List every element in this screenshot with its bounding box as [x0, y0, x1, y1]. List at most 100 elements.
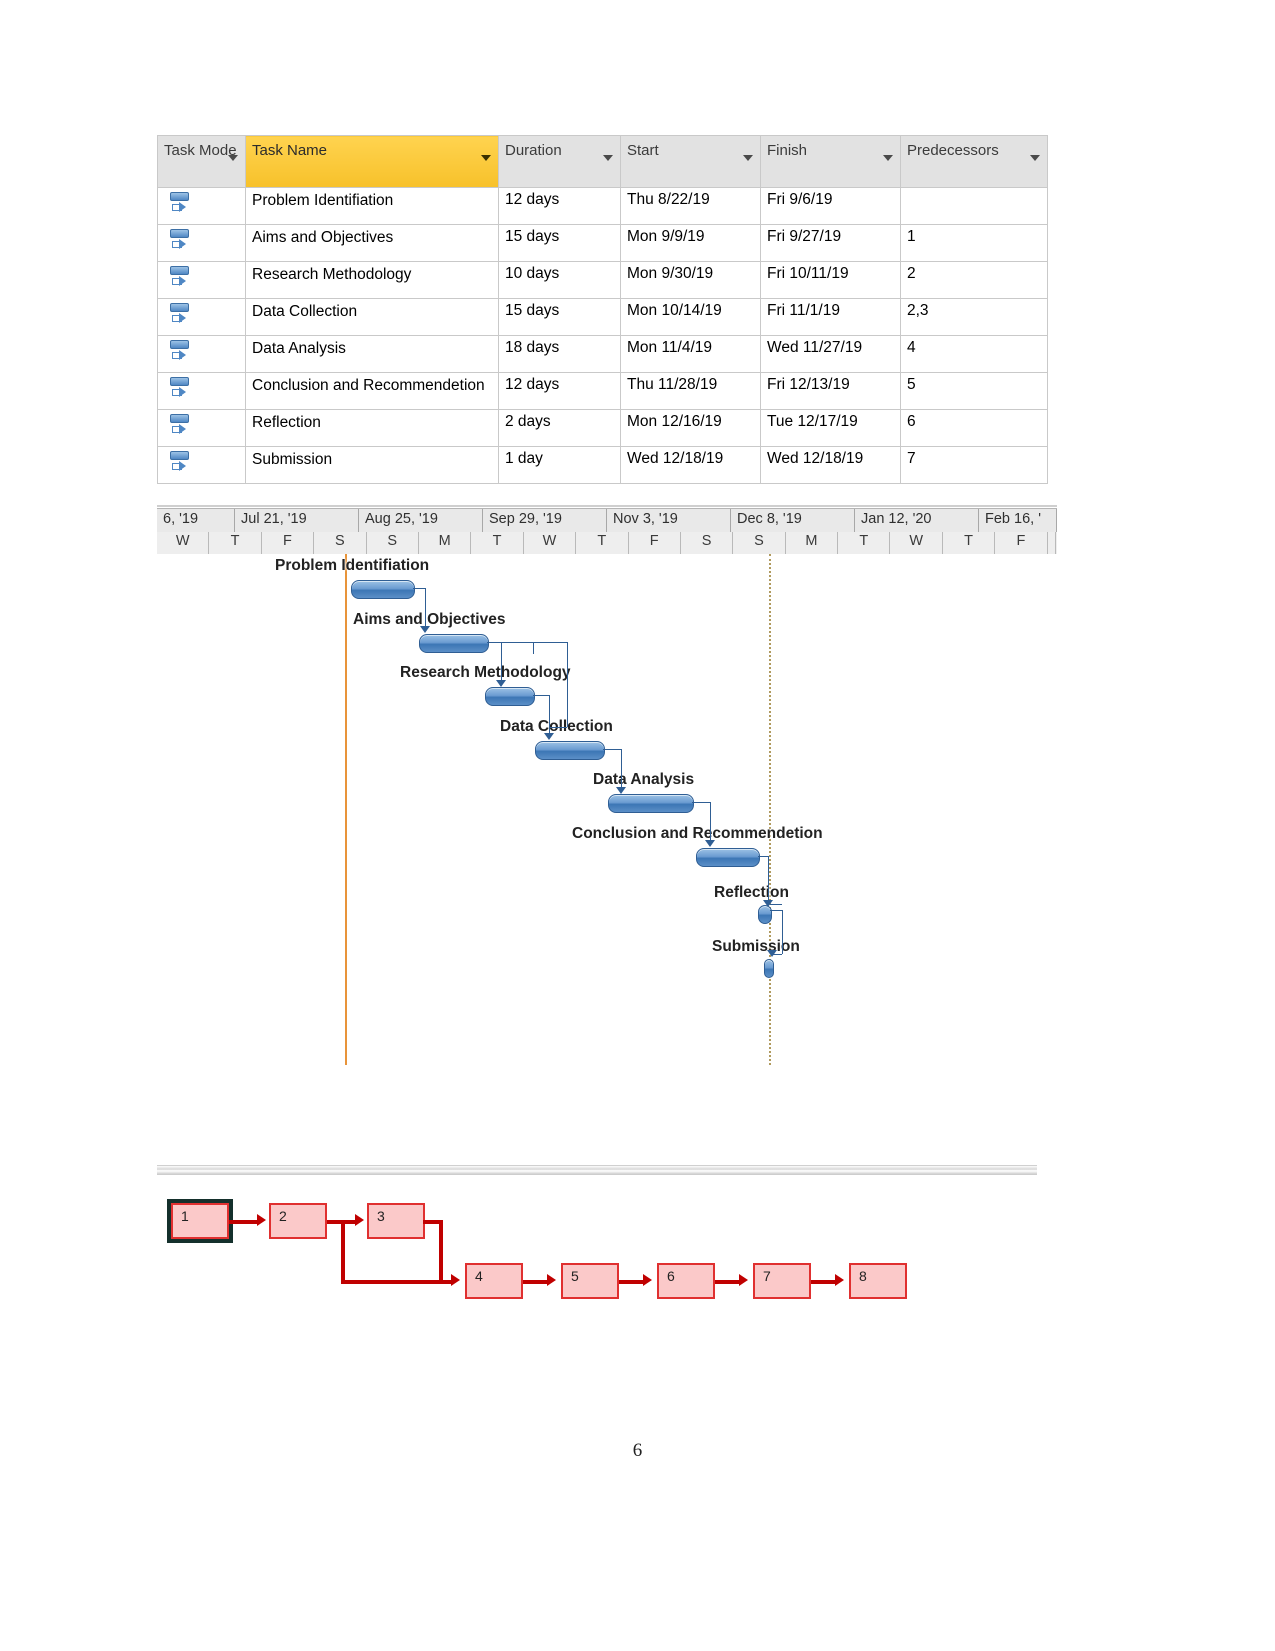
start-cell[interactable]: Mon 11/4/19 — [620, 335, 761, 373]
network-node[interactable]: 3 — [367, 1203, 425, 1239]
auto-schedule-icon[interactable] — [170, 229, 192, 253]
table-body: Problem Identifiation 12 days Thu 8/22/19 F… — [157, 187, 1048, 484]
network-node[interactable]: 7 — [753, 1263, 811, 1299]
duration-cell[interactable]: 12 days — [498, 187, 621, 225]
task-mode-cell[interactable] — [157, 261, 246, 299]
auto-schedule-icon[interactable] — [170, 377, 192, 401]
network-node[interactable]: 4 — [465, 1263, 523, 1299]
task-name-cell[interactable]: Research Methodology — [245, 261, 499, 299]
chevron-down-icon[interactable] — [228, 155, 238, 161]
auto-schedule-icon[interactable] — [170, 192, 192, 216]
chevron-down-icon[interactable] — [883, 155, 893, 161]
gantt-task-bar[interactable] — [758, 905, 772, 924]
duration-cell[interactable]: 1 day — [498, 446, 621, 484]
task-name-cell[interactable]: Submission — [245, 446, 499, 484]
duration-cell[interactable]: 15 days — [498, 298, 621, 336]
finish-cell[interactable]: Tue 12/17/19 — [760, 409, 901, 447]
timeline-day-label: T — [471, 532, 524, 554]
duration-cell[interactable]: 15 days — [498, 224, 621, 262]
predecessors-cell[interactable]: 5 — [900, 372, 1048, 410]
predecessors-cell[interactable]: 6 — [900, 409, 1048, 447]
gantt-task-bar[interactable] — [608, 794, 694, 813]
table-row[interactable]: Submission 1 day Wed 12/18/19 Wed 12/18/19 7 — [157, 446, 1048, 484]
gantt-task-bar[interactable] — [535, 741, 605, 760]
task-mode-cell[interactable] — [157, 335, 246, 373]
start-cell[interactable]: Mon 9/9/19 — [620, 224, 761, 262]
start-cell[interactable]: Mon 10/14/19 — [620, 298, 761, 336]
task-mode-cell[interactable] — [157, 409, 246, 447]
chevron-down-icon[interactable] — [603, 155, 613, 161]
network-node[interactable]: 5 — [561, 1263, 619, 1299]
start-cell[interactable]: Thu 11/28/19 — [620, 372, 761, 410]
table-row[interactable]: Conclusion and Recommendetion 12 days Thu … — [157, 372, 1048, 410]
column-header-finish[interactable]: Finish — [760, 135, 901, 188]
duration-cell[interactable]: 2 days — [498, 409, 621, 447]
auto-schedule-icon[interactable] — [170, 266, 192, 290]
finish-cell[interactable]: Wed 12/18/19 — [760, 446, 901, 484]
timeline-month-label: Feb 16, ' — [979, 509, 1057, 533]
column-header-task-name[interactable]: Task Name — [245, 135, 499, 188]
gantt-task-bar[interactable] — [351, 580, 415, 599]
predecessors-cell[interactable] — [900, 187, 1048, 225]
table-row[interactable]: Research Methodology 10 days Mon 9/30/19 Fr… — [157, 261, 1048, 299]
auto-schedule-icon[interactable] — [170, 451, 192, 475]
chevron-down-icon[interactable] — [743, 155, 753, 161]
start-cell[interactable]: Thu 8/22/19 — [620, 187, 761, 225]
task-name-cell[interactable]: Problem Identifiation — [245, 187, 499, 225]
auto-schedule-icon[interactable] — [170, 414, 192, 438]
duration-cell[interactable]: 12 days — [498, 372, 621, 410]
dependency-link — [549, 727, 567, 728]
network-node[interactable]: 2 — [269, 1203, 327, 1239]
finish-cell[interactable]: Fri 11/1/19 — [760, 298, 901, 336]
task-name-cell[interactable]: Reflection — [245, 409, 499, 447]
gantt-task-bar[interactable] — [419, 634, 489, 653]
finish-cell[interactable]: Fri 9/27/19 — [760, 224, 901, 262]
predecessors-cell[interactable]: 2,3 — [900, 298, 1048, 336]
start-cell[interactable]: Mon 12/16/19 — [620, 409, 761, 447]
task-mode-cell[interactable] — [157, 298, 246, 336]
gantt-task-bar[interactable] — [485, 687, 535, 706]
gantt-task-bar[interactable] — [764, 959, 774, 978]
network-canvas[interactable]: 1 2 3 4 5 6 7 8 — [157, 1165, 1057, 1305]
predecessors-cell[interactable]: 4 — [900, 335, 1048, 373]
chevron-down-icon[interactable] — [1030, 155, 1040, 161]
task-mode-cell[interactable] — [157, 187, 246, 225]
column-header-task-mode[interactable]: Task Mode — [157, 135, 246, 188]
task-name-cell[interactable]: Data Collection — [245, 298, 499, 336]
task-mode-cell[interactable] — [157, 446, 246, 484]
dependency-link — [770, 904, 782, 905]
task-mode-cell[interactable] — [157, 224, 246, 262]
table-row[interactable]: Reflection 2 days Mon 12/16/19 Tue 12/17/19… — [157, 409, 1048, 447]
table-row[interactable]: Problem Identifiation 12 days Thu 8/22/19 F… — [157, 187, 1048, 225]
finish-cell[interactable]: Fri 10/11/19 — [760, 261, 901, 299]
finish-cell[interactable]: Fri 12/13/19 — [760, 372, 901, 410]
predecessors-text: 6 — [907, 413, 916, 430]
network-node[interactable]: 1 — [171, 1203, 229, 1239]
predecessors-cell[interactable]: 7 — [900, 446, 1048, 484]
finish-cell[interactable]: Wed 11/27/19 — [760, 335, 901, 373]
task-name-cell[interactable]: Aims and Objectives — [245, 224, 499, 262]
network-node[interactable]: 8 — [849, 1263, 907, 1299]
table-row[interactable]: Aims and Objectives 15 days Mon 9/9/19 Fri … — [157, 224, 1048, 262]
task-name-cell[interactable]: Data Analysis — [245, 335, 499, 373]
predecessors-cell[interactable]: 1 — [900, 224, 1048, 262]
finish-cell[interactable]: Fri 9/6/19 — [760, 187, 901, 225]
table-row[interactable]: Data Collection 15 days Mon 10/14/19 Fri 11… — [157, 298, 1048, 336]
table-row[interactable]: Data Analysis 18 days Mon 11/4/19 Wed 11/27… — [157, 335, 1048, 373]
chevron-down-icon[interactable] — [481, 155, 491, 161]
start-cell[interactable]: Mon 9/30/19 — [620, 261, 761, 299]
duration-cell[interactable]: 10 days — [498, 261, 621, 299]
predecessors-cell[interactable]: 2 — [900, 261, 1048, 299]
auto-schedule-icon[interactable] — [170, 340, 192, 364]
column-header-duration[interactable]: Duration — [498, 135, 621, 188]
column-header-predecessors[interactable]: Predecessors — [900, 135, 1048, 188]
gantt-task-bar[interactable] — [696, 848, 760, 867]
duration-cell[interactable]: 18 days — [498, 335, 621, 373]
network-node[interactable]: 6 — [657, 1263, 715, 1299]
start-cell[interactable]: Wed 12/18/19 — [620, 446, 761, 484]
gantt-plot-area[interactable]: Problem Identifiation Aims and Objectives… — [157, 554, 1057, 1065]
task-name-cell[interactable]: Conclusion and Recommendetion — [245, 372, 499, 410]
auto-schedule-icon[interactable] — [170, 303, 192, 327]
task-mode-cell[interactable] — [157, 372, 246, 410]
column-header-start[interactable]: Start — [620, 135, 761, 188]
